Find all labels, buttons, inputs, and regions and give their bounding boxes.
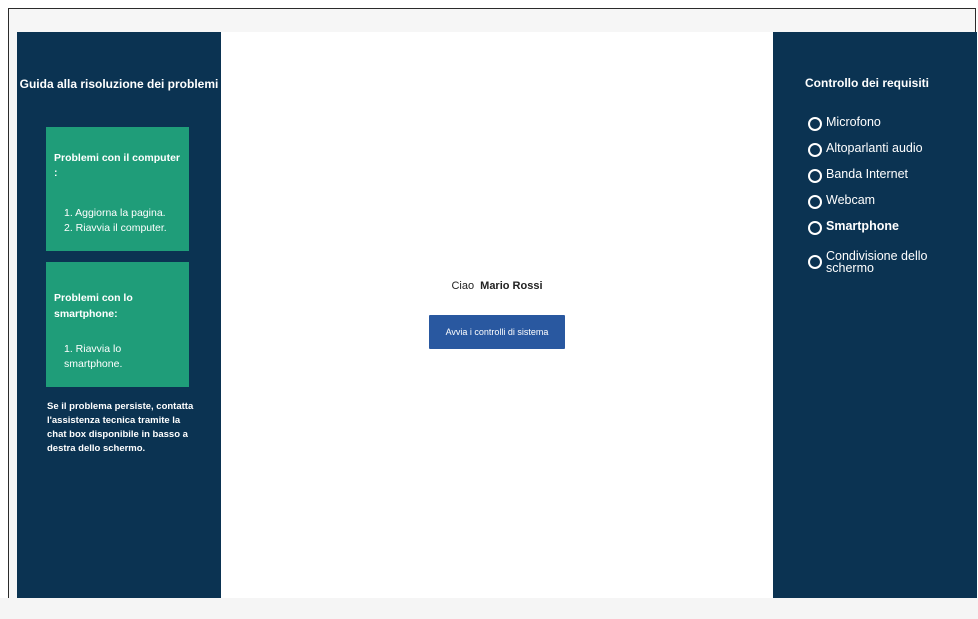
- requirements-list: Microfono Altoparlanti audio Banda Inter…: [808, 116, 946, 278]
- circle-icon: [808, 255, 822, 269]
- requirement-label: Webcam: [826, 193, 876, 207]
- troubleshooting-title: Guida alla risoluzione dei problemi: [19, 77, 219, 91]
- support-note: Se il problema persiste, contatta l'assi…: [47, 401, 194, 454]
- requirements-title: Controllo dei requisiti: [805, 76, 930, 90]
- computer-step: 1. Aggiorna la pagina.: [64, 207, 166, 219]
- smartphone-step: 1. Riavvia lo smartphone.: [64, 343, 123, 370]
- smartphone-steps-list: 1. Riavvia lo smartphone.: [54, 342, 181, 372]
- circle-icon: [808, 143, 822, 157]
- requirement-label: Condivisione dello schermo: [826, 249, 928, 275]
- requirement-label: Microfono: [826, 115, 881, 129]
- start-system-check-button[interactable]: Avvia i controlli di sistema: [429, 315, 565, 349]
- computer-steps-list: 1. Aggiorna la pagina. 2. Riavvia il com…: [54, 206, 181, 236]
- circle-icon: [808, 221, 822, 235]
- computer-step: 2. Riavvia il computer.: [64, 222, 167, 234]
- smartphone-issues-title: Problemi con lo smartphone:: [54, 292, 133, 320]
- greeting-prefix: Ciao: [451, 280, 475, 292]
- requirement-screen-sharing: Condivisione dello schermo: [808, 246, 946, 278]
- requirement-microphone: Microfono: [808, 116, 946, 142]
- requirement-smartphone: Smartphone: [808, 220, 946, 246]
- requirement-label: Banda Internet: [826, 167, 909, 181]
- main-panel: Ciao Mario Rossi Avvia i controlli di si…: [221, 32, 773, 598]
- computer-issues-card: Problemi con il computer : 1. Aggiorna l…: [46, 127, 189, 251]
- requirement-webcam: Webcam: [808, 194, 946, 220]
- requirements-panel: Controllo dei requisiti Microfono Altopa…: [773, 32, 977, 598]
- greeting: Ciao Mario Rossi: [221, 280, 773, 292]
- requirement-bandwidth: Banda Internet: [808, 168, 946, 194]
- user-name: Mario Rossi: [480, 280, 543, 292]
- requirement-label: Altoparlanti audio: [826, 141, 923, 155]
- circle-icon: [808, 117, 822, 131]
- circle-icon: [808, 195, 822, 209]
- bottom-strip: [0, 598, 978, 619]
- circle-icon: [808, 169, 822, 183]
- computer-issues-title: Problemi con il computer :: [54, 152, 181, 179]
- requirement-label: Smartphone: [826, 219, 899, 233]
- smartphone-issues-card: Problemi con lo smartphone: 1. Riavvia l…: [46, 262, 189, 387]
- requirement-speakers: Altoparlanti audio: [808, 142, 946, 168]
- troubleshooting-panel: Guida alla risoluzione dei problemi Prob…: [17, 32, 221, 598]
